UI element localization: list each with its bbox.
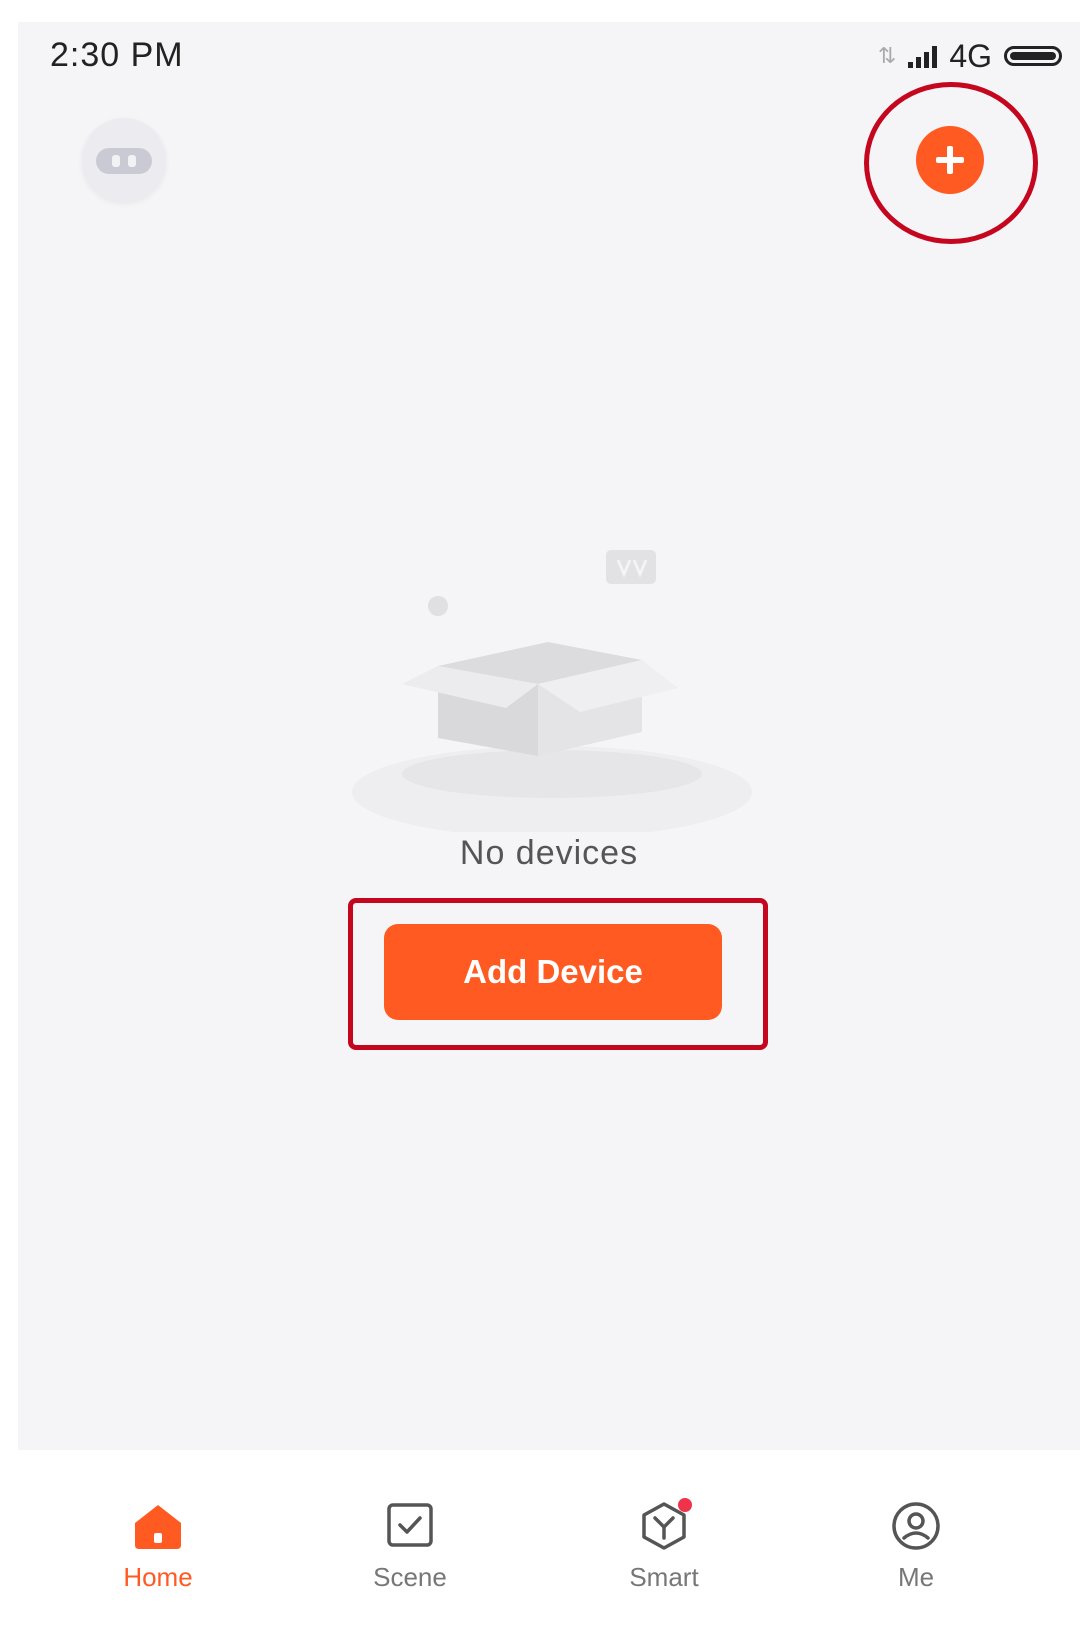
add-button[interactable] xyxy=(916,126,984,194)
bottom-tab-bar: Home Scene Smart Me xyxy=(18,1450,1080,1628)
add-device-button[interactable]: Add Device xyxy=(384,924,722,1020)
scene-icon xyxy=(380,1496,440,1556)
smart-icon xyxy=(634,1496,694,1556)
avatar-robot-icon xyxy=(96,148,152,174)
network-type: 4G xyxy=(949,37,992,74)
tab-scene[interactable]: Scene xyxy=(310,1450,510,1600)
tab-label: Scene xyxy=(373,1562,447,1592)
data-activity-icon: ⇅ xyxy=(877,43,897,68)
tab-label: Me xyxy=(897,1562,935,1592)
empty-box-illustration xyxy=(352,550,752,832)
home-avatar-button[interactable] xyxy=(82,118,166,202)
tab-smart[interactable]: Smart xyxy=(564,1450,764,1600)
app-screen: 2:30 PM ⇅ 4G No devices Add Device Home … xyxy=(18,22,1080,1628)
tab-label: Smart xyxy=(629,1562,699,1592)
home-icon xyxy=(128,1496,188,1556)
tab-me[interactable]: Me xyxy=(816,1450,1016,1600)
tab-home[interactable]: Home xyxy=(58,1450,258,1600)
status-icons: ⇅ 4G xyxy=(878,36,1062,76)
me-icon xyxy=(886,1496,946,1556)
empty-state-message: No devices xyxy=(459,834,639,872)
status-time: 2:30 PM xyxy=(50,36,184,74)
battery-icon xyxy=(1004,46,1062,66)
tab-label: Home xyxy=(123,1562,193,1592)
signal-icon xyxy=(908,44,938,68)
plus-icon xyxy=(936,146,964,174)
notification-dot xyxy=(678,1498,692,1512)
status-bar: 2:30 PM ⇅ 4G xyxy=(18,22,1080,92)
